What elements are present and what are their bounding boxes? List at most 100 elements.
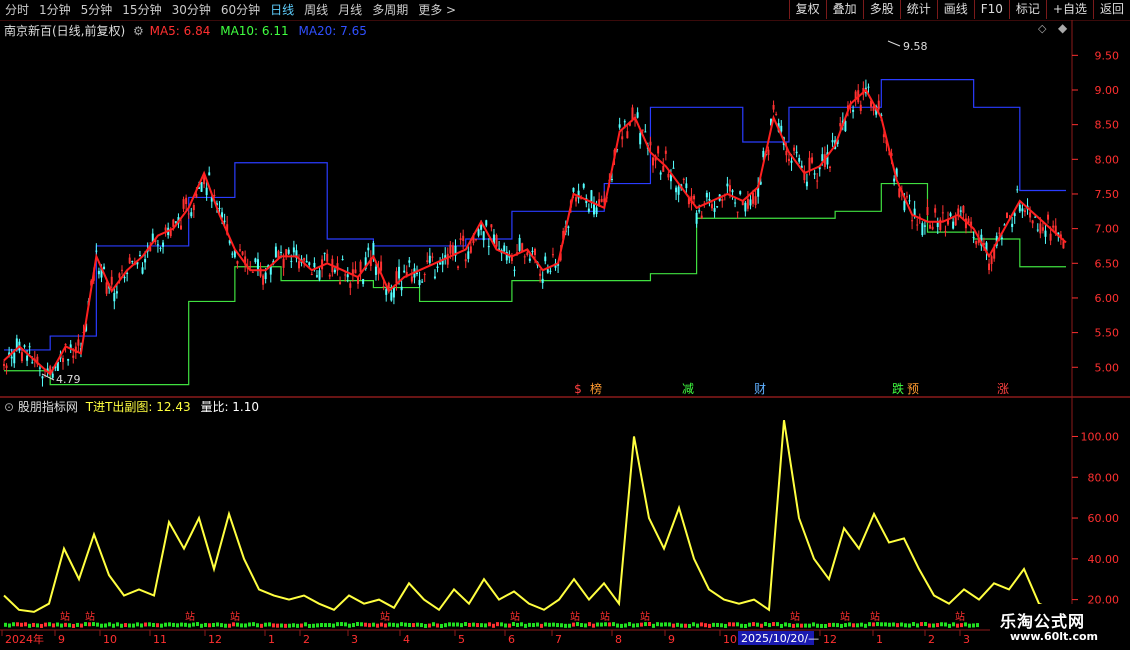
signal-bar xyxy=(504,623,507,628)
candle-body xyxy=(323,252,326,254)
signal-bar xyxy=(144,622,147,627)
candle-body xyxy=(349,283,352,288)
candle-body xyxy=(308,262,311,265)
signal-bar xyxy=(400,622,403,627)
price-tick-label: 9.50 xyxy=(1095,49,1120,62)
time-label-4: 12 xyxy=(208,633,222,646)
signal-bar xyxy=(540,623,543,628)
candle-body xyxy=(446,253,449,265)
candle-body xyxy=(495,235,498,247)
candle-body xyxy=(1011,223,1014,227)
signal-bar xyxy=(260,623,263,628)
sub-settings-icon[interactable]: ⊙ xyxy=(4,400,14,414)
signal-bar xyxy=(236,622,239,627)
signal-bar xyxy=(692,622,695,627)
candle-body xyxy=(988,263,991,271)
candle-body xyxy=(972,236,975,238)
signal-bar xyxy=(556,623,559,628)
candle-body xyxy=(921,223,924,236)
candle-body xyxy=(169,230,172,237)
sub-tick-label: 40.00 xyxy=(1088,553,1120,566)
signal-bar xyxy=(628,622,631,627)
candle-body xyxy=(262,275,265,285)
candle-body xyxy=(749,199,752,206)
indicator-name[interactable]: 股朋指标网 xyxy=(18,400,78,414)
candle-body xyxy=(482,231,485,241)
candle-body xyxy=(780,125,783,132)
watermark-url: www.60lt.com xyxy=(1010,630,1099,643)
signal-bar xyxy=(824,623,827,628)
candle-body xyxy=(403,270,406,273)
candle-body xyxy=(521,243,524,252)
signal-bar xyxy=(380,622,383,627)
candle-body xyxy=(1049,233,1052,241)
signal-bar xyxy=(844,623,847,628)
signal-bar xyxy=(508,623,511,628)
candle-body xyxy=(218,207,221,209)
signal-bar xyxy=(704,623,707,628)
candle-body xyxy=(326,253,329,262)
signal-bar xyxy=(808,623,811,628)
candle-body xyxy=(808,157,811,171)
window-toggle-icon[interactable]: ◆ xyxy=(1058,21,1067,35)
signal-bar xyxy=(728,622,731,627)
candle-body xyxy=(649,141,652,146)
candle-body xyxy=(431,256,434,258)
candle-body xyxy=(736,211,739,213)
price-tick-label: 5.50 xyxy=(1095,327,1120,340)
signal-bar xyxy=(140,623,143,628)
candle-body xyxy=(485,220,488,226)
diamond-icon[interactable]: ◇ xyxy=(1038,22,1046,35)
signal-bar xyxy=(500,622,503,627)
candle-body xyxy=(662,165,665,172)
candle-body xyxy=(639,133,642,145)
candle-body xyxy=(811,157,814,163)
signal-bar xyxy=(172,622,175,627)
candle-body xyxy=(693,195,696,200)
signal-bar xyxy=(148,622,151,627)
signal-bar xyxy=(676,622,679,627)
candle-body xyxy=(551,254,554,256)
event-marker-6: 涨 xyxy=(997,381,1009,396)
signal-bar xyxy=(368,623,371,628)
candle-body xyxy=(72,355,75,358)
candle-body xyxy=(185,197,188,205)
candle-body xyxy=(115,291,118,294)
candle-body xyxy=(805,181,808,187)
signal-bar xyxy=(620,623,623,628)
candle-body xyxy=(705,192,708,198)
signal-bar xyxy=(784,622,787,627)
candle-body xyxy=(172,219,175,227)
candle-body xyxy=(469,246,472,253)
signal-bar xyxy=(244,623,247,628)
signal-bar xyxy=(496,622,499,627)
candle-body xyxy=(877,100,880,110)
signal-label-10: 站 xyxy=(840,610,850,623)
signal-bar xyxy=(944,622,947,627)
candle-body xyxy=(426,260,429,263)
candle-body xyxy=(539,273,542,276)
signal-bar xyxy=(580,623,583,628)
signal-bar xyxy=(464,622,467,627)
indicator-line xyxy=(3,420,1055,613)
candle-body xyxy=(752,192,755,204)
candle-body xyxy=(97,270,100,275)
time-label-2: 10 xyxy=(103,633,117,646)
candle-body xyxy=(675,187,678,193)
signal-bar xyxy=(584,623,587,628)
signal-bar xyxy=(552,622,555,627)
candle-body xyxy=(513,269,516,271)
candle-body xyxy=(839,123,842,127)
signal-label-11: 站 xyxy=(870,610,880,623)
stock-title[interactable]: 南京新百(日线,前复权) xyxy=(4,24,125,38)
candle-body xyxy=(187,213,190,215)
time-label-1: 9 xyxy=(58,633,65,646)
candle-body xyxy=(534,248,536,256)
settings-gear-icon[interactable]: ⚙ xyxy=(133,24,144,38)
candle-body xyxy=(916,224,919,226)
signal-bar xyxy=(52,623,55,628)
kline-chart[interactable]: 9.50 9.00 8.50 8.00 7.50 7.00 6.50 6.00 5.50 5.00… xyxy=(0,0,1130,650)
candle-body xyxy=(410,276,413,282)
candle-body xyxy=(408,260,411,263)
signal-bar xyxy=(572,622,575,627)
